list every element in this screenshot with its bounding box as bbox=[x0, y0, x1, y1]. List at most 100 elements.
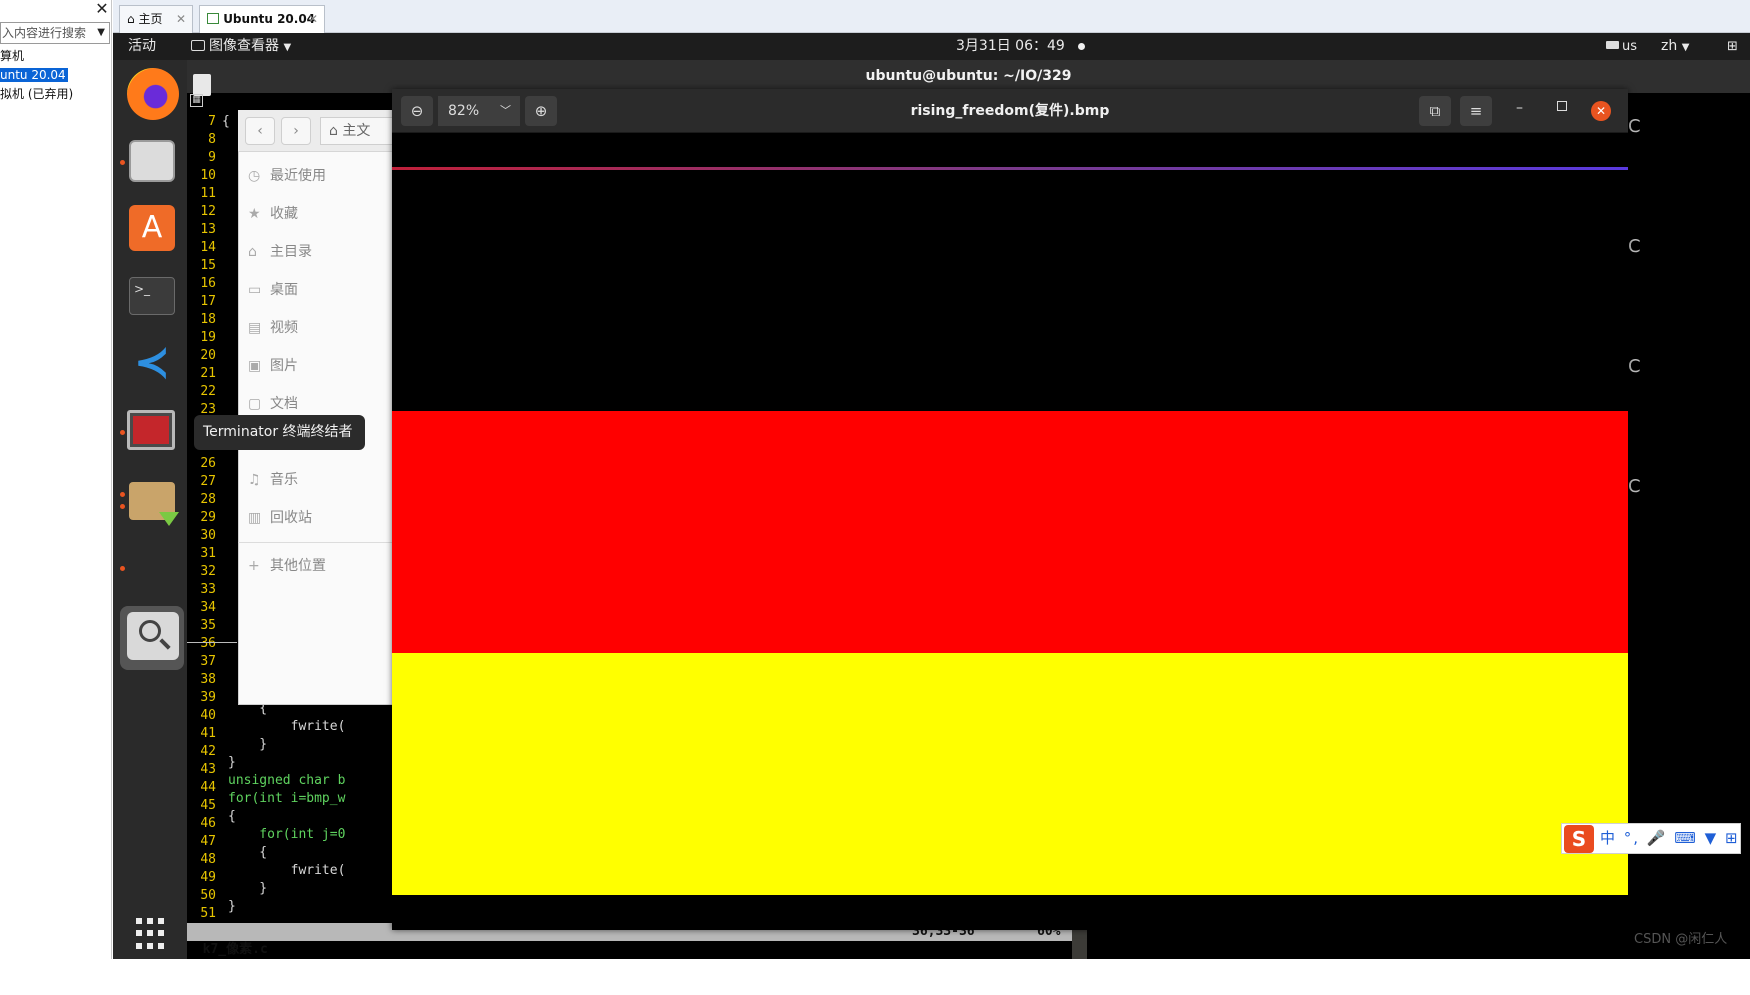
clock-icon: ◷ bbox=[248, 168, 261, 184]
keyboard-icon bbox=[1606, 41, 1619, 49]
line-number: 47 bbox=[200, 834, 216, 849]
maximize-button[interactable] bbox=[1557, 101, 1567, 111]
ime-mode[interactable]: 中 °, 🎤 ⌨ ▼ ⊞ bbox=[1600, 824, 1740, 853]
document-icon: ▢ bbox=[248, 396, 262, 412]
code-line: for(int j=0 bbox=[228, 827, 346, 842]
files-sidebar-desktop[interactable]: ▭ 桌面 bbox=[248, 276, 298, 304]
close-icon[interactable]: ✕ bbox=[308, 6, 318, 32]
library-close-button[interactable]: ✕ bbox=[94, 0, 110, 18]
code-line: unsigned char b bbox=[228, 773, 346, 788]
line-number: 37 bbox=[200, 654, 216, 669]
files-sidebar-music[interactable]: ♫ 音乐 bbox=[248, 466, 298, 494]
library-item-ubuntu[interactable]: untu 20.04 bbox=[0, 66, 110, 85]
ubuntu-top-bar: 活动 图像查看器 ▼ 3月31日 06：49 us zh ▼ ⊞ bbox=[113, 33, 1750, 60]
minimize-button[interactable]: – bbox=[1516, 100, 1523, 116]
close-icon[interactable]: ✕ bbox=[176, 6, 186, 32]
files-sidebar-other-locations[interactable]: + 其他位置 bbox=[248, 552, 326, 580]
desktop-icon: ▭ bbox=[248, 282, 262, 298]
line-number: 35 bbox=[200, 618, 216, 633]
files-sidebar-label: 桌面 bbox=[270, 282, 298, 298]
app-menu[interactable]: 图像查看器 ▼ bbox=[191, 33, 291, 61]
line-number: 33 bbox=[200, 582, 216, 597]
plus-icon: + bbox=[248, 558, 260, 574]
library-search-input[interactable]: 入内容进行搜索 ▼ bbox=[0, 22, 110, 44]
gallery-button[interactable]: ⧉ bbox=[1419, 96, 1451, 126]
forward-button[interactable]: › bbox=[281, 117, 311, 145]
home-icon: ⌂ bbox=[127, 12, 135, 26]
terminator-icon[interactable] bbox=[127, 410, 175, 450]
menu-button[interactable]: ≡ bbox=[1460, 96, 1492, 126]
files-sidebar-documents[interactable]: ▢ 文档 bbox=[248, 390, 298, 418]
image-stripe-black bbox=[392, 134, 1628, 411]
files-sidebar-label: 文档 bbox=[270, 396, 298, 412]
library-item-label: 拟机 (已弃用) bbox=[0, 87, 74, 101]
line-number: 51 bbox=[200, 906, 216, 921]
files-icon[interactable] bbox=[129, 140, 175, 182]
music-icon: ♫ bbox=[248, 472, 261, 488]
show-applications-icon[interactable] bbox=[136, 918, 168, 950]
archive-manager-icon[interactable] bbox=[129, 482, 179, 526]
line-number: 34 bbox=[200, 600, 216, 615]
clock[interactable]: 3月31日 06：49 bbox=[956, 33, 1065, 60]
tab-home[interactable]: ⌂ 主页 ✕ bbox=[119, 5, 193, 33]
line-number: 29 bbox=[200, 510, 216, 525]
zoom-in-icon: ⊕ bbox=[534, 102, 548, 120]
home-icon: ⌂ bbox=[329, 123, 338, 139]
zoom-level-field[interactable]: 82% ﹀ bbox=[438, 96, 520, 126]
back-button[interactable]: ‹ bbox=[245, 117, 275, 145]
line-number: 28 bbox=[200, 492, 216, 507]
input-method-toolbar[interactable]: S 中 °, 🎤 ⌨ ▼ ⊞ bbox=[1561, 823, 1741, 854]
grid-icon[interactable]: ▦ bbox=[190, 94, 203, 107]
ubuntu-software-icon[interactable]: A bbox=[129, 205, 175, 251]
code-line: { bbox=[222, 114, 230, 129]
terminal-menu-icon[interactable] bbox=[193, 74, 211, 96]
trash-icon: ▥ bbox=[248, 510, 262, 526]
files-sidebar-trash[interactable]: ▥ 回收站 bbox=[248, 504, 312, 532]
image-viewer-icon[interactable] bbox=[127, 612, 179, 660]
line-number: 49 bbox=[200, 870, 216, 885]
path-label: 主文 bbox=[342, 123, 371, 139]
files-sidebar-label: 图片 bbox=[270, 358, 298, 374]
zoom-in-button[interactable]: ⊕ bbox=[525, 96, 557, 126]
library-item-computer[interactable]: 算机 bbox=[0, 47, 110, 66]
library-item-deprecated-vm[interactable]: 拟机 (已弃用) bbox=[0, 85, 110, 104]
path-bar-home[interactable]: ⌂ 主文 bbox=[320, 117, 398, 145]
zoom-out-button[interactable]: ⊖ bbox=[401, 96, 433, 126]
keyboard-layout: us bbox=[1622, 39, 1638, 54]
vscode-icon[interactable]: ≺ bbox=[129, 340, 175, 386]
files-sidebar-pictures[interactable]: ▣ 图片 bbox=[248, 352, 298, 380]
line-number: 13 bbox=[200, 222, 216, 237]
terminal-icon[interactable]: >_ bbox=[129, 277, 175, 315]
firefox-icon[interactable] bbox=[127, 68, 179, 120]
line-number: 43 bbox=[200, 762, 216, 777]
keyboard-indicator[interactable]: us bbox=[1606, 33, 1637, 60]
tab-label: Ubuntu 20.04 bbox=[223, 12, 316, 26]
line-number: 19 bbox=[200, 330, 216, 345]
chevron-down-icon[interactable]: ▼ bbox=[97, 23, 105, 43]
input-method-indicator[interactable]: zh ▼ bbox=[1661, 33, 1689, 61]
files-sidebar-label: 收藏 bbox=[270, 206, 298, 222]
library-item-label: 算机 bbox=[0, 49, 25, 63]
files-sidebar-label: 视频 bbox=[270, 320, 298, 336]
image-viewer-icon bbox=[191, 40, 205, 51]
files-sidebar-label: 其他位置 bbox=[270, 558, 326, 574]
files-sidebar-home[interactable]: ⌂ 主目录 bbox=[248, 238, 312, 266]
files-sidebar-recent[interactable]: ◷ 最近使用 bbox=[248, 162, 326, 190]
activities-button[interactable]: 活动 bbox=[128, 33, 156, 60]
network-icon[interactable]: ⊞ bbox=[1727, 33, 1738, 60]
line-number: 46 bbox=[200, 816, 216, 831]
line-number: 39 bbox=[200, 690, 216, 705]
close-button[interactable]: ✕ bbox=[1591, 101, 1611, 121]
right-pane-text: C bbox=[1628, 116, 1641, 137]
line-number: 26 bbox=[200, 456, 216, 471]
line-number: 41 bbox=[200, 726, 216, 741]
library-search-placeholder: 入内容进行搜索 bbox=[2, 26, 87, 40]
tab-ubuntu[interactable]: Ubuntu 20.04 ✕ bbox=[199, 5, 325, 33]
files-sidebar-label: 音乐 bbox=[270, 472, 298, 488]
chevron-left-icon: ‹ bbox=[257, 123, 263, 139]
chevron-down-icon[interactable]: ﹀ bbox=[500, 96, 511, 126]
files-sidebar-videos[interactable]: ▤ 视频 bbox=[248, 314, 298, 342]
running-indicator bbox=[120, 430, 125, 435]
running-indicator bbox=[120, 492, 125, 497]
files-sidebar-starred[interactable]: ★ 收藏 bbox=[248, 200, 298, 228]
